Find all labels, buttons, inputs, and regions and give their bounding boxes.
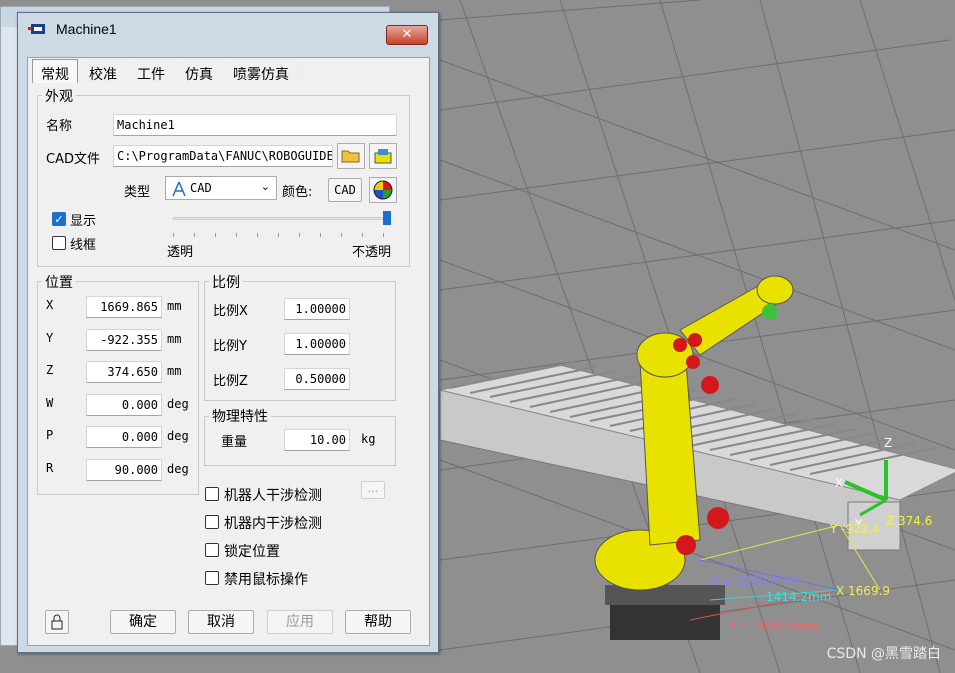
option-checkbox[interactable]: [205, 571, 219, 585]
title-bar[interactable]: Machine1 ✕: [18, 13, 438, 45]
tab-general[interactable]: 常规: [32, 59, 78, 83]
opacity-slider[interactable]: [173, 211, 395, 241]
slider-thumb[interactable]: [383, 211, 391, 225]
cad-library-button[interactable]: [369, 143, 397, 169]
dim-y-text: Y -922.4: [829, 522, 880, 536]
color-cad-button[interactable]: CAD: [328, 178, 362, 202]
dialog-title: Machine1: [56, 21, 117, 37]
position-y-unit: mm: [167, 331, 182, 346]
position-y-field[interactable]: -922.355: [86, 328, 162, 351]
chevron-down-icon: ⌄: [260, 180, 270, 193]
option-checkbox-label: 锁定位置: [224, 544, 280, 560]
physics-group-label: 物理特性: [209, 406, 271, 426]
scale-row-field[interactable]: 0.50000: [284, 368, 350, 390]
position-z-unit: mm: [167, 364, 182, 378]
dist-text: 1414.2mm: [766, 590, 831, 604]
color-label: 颜色:: [282, 185, 313, 200]
tab-strip: 常规 校准 工件 仿真 喷雾仿真: [32, 59, 300, 83]
show-label: 显示: [70, 214, 97, 229]
machine-icon: [28, 24, 45, 34]
position-p-unit: deg: [167, 429, 189, 443]
folder-icon: [341, 150, 360, 163]
position-z-label: Z: [46, 363, 54, 377]
type-select[interactable]: CAD ⌄: [165, 176, 277, 200]
type-select-value: CAD: [190, 181, 212, 195]
compass-icon: [172, 181, 186, 197]
lock-button[interactable]: [45, 610, 69, 634]
transparent-label: 透明: [167, 245, 194, 260]
position-r-label: R: [46, 460, 54, 475]
weight-label: 重量: [221, 435, 248, 450]
help-button[interactable]: 帮助: [345, 610, 411, 634]
option-checkbox-label: 机器人干涉检测: [224, 488, 322, 504]
scale-row-label: 比例Y: [213, 339, 247, 354]
interference-settings-button[interactable]: ...: [361, 481, 385, 499]
cancel-button[interactable]: 取消: [188, 610, 254, 634]
name-label: 名称: [46, 119, 73, 134]
close-button[interactable]: ✕: [386, 25, 428, 45]
position-y-label: Y: [46, 330, 54, 345]
tab-simulation[interactable]: 仿真: [176, 59, 222, 83]
browse-folder-button[interactable]: [337, 143, 365, 169]
axis-z-label: Z: [884, 436, 892, 450]
axis-x-label: X: [835, 476, 843, 490]
position-r-unit: deg: [167, 461, 189, 476]
position-group-label: 位置: [42, 272, 76, 292]
position-z-field[interactable]: 374.650: [86, 361, 162, 383]
option-checkbox[interactable]: [205, 487, 219, 501]
weight-unit: kg: [361, 432, 376, 446]
scale-row-label: 比例Z: [213, 374, 248, 389]
scale-row-field[interactable]: 1.00000: [284, 333, 350, 355]
option-checkbox[interactable]: [205, 515, 219, 529]
watermark: CSDN @黑雪踏白: [826, 646, 941, 662]
position-r-field[interactable]: 90.000: [86, 458, 162, 481]
cad-file-field[interactable]: C:\ProgramData\FANUC\ROBOGUIDE: [113, 145, 333, 167]
position-w-unit: deg: [167, 396, 189, 411]
option-checkbox[interactable]: [205, 543, 219, 557]
scale-group-label: 比例: [209, 272, 243, 292]
position-p-label: P: [46, 428, 54, 442]
name-field[interactable]: Machine1: [113, 114, 397, 136]
dim-z-text: Z 374.6: [886, 514, 932, 528]
option-checkbox-label: 禁用鼠标操作: [224, 572, 308, 588]
position-x-field[interactable]: 1669.865: [86, 296, 162, 318]
tab-calibration[interactable]: 校准: [80, 59, 126, 83]
wireframe-label: 线框: [70, 238, 97, 253]
slider-track: [173, 217, 387, 220]
type-label: 类型: [124, 185, 151, 200]
opaque-label: 不透明: [352, 245, 392, 260]
scale-row-label: 比例X: [213, 304, 248, 319]
wireframe-checkbox[interactable]: [52, 236, 66, 250]
scale-row-field[interactable]: 1.00000: [284, 298, 350, 320]
library-icon: [374, 149, 392, 164]
weight-field[interactable]: 10.00: [284, 429, 350, 451]
lock-icon: [51, 614, 63, 630]
position-w-field[interactable]: 0.000: [86, 393, 162, 416]
slider-ticks: [173, 233, 387, 237]
cad-file-label: CAD文件: [46, 152, 100, 167]
position-x-unit: mm: [167, 299, 182, 313]
position-x-label: X: [46, 298, 54, 312]
option-checkbox-label: 机器内干涉检测: [224, 516, 322, 532]
x-ref-text: X = 1000.0mm: [710, 574, 801, 588]
appearance-group-label: 外观: [42, 86, 76, 106]
ok-button[interactable]: 确定: [110, 610, 176, 634]
dim-x-text: X 1669.9: [836, 584, 890, 598]
color-picker-button[interactable]: [369, 177, 397, 203]
apply-button[interactable]: 应用: [267, 610, 333, 634]
tab-spray-simulation[interactable]: 喷雾仿真: [224, 59, 298, 83]
position-p-field[interactable]: 0.000: [86, 426, 162, 448]
y-ref-text: Y = 1000.0mm: [727, 619, 818, 633]
machine-properties-dialog: Machine1 ✕ 常规 校准 工件 仿真 喷雾仿真 外观 名称 Machin…: [17, 12, 439, 653]
tab-workpiece[interactable]: 工件: [128, 59, 174, 83]
position-w-label: W: [46, 395, 54, 410]
show-checkbox[interactable]: ✓: [52, 212, 66, 226]
color-wheel-icon: [373, 180, 393, 200]
